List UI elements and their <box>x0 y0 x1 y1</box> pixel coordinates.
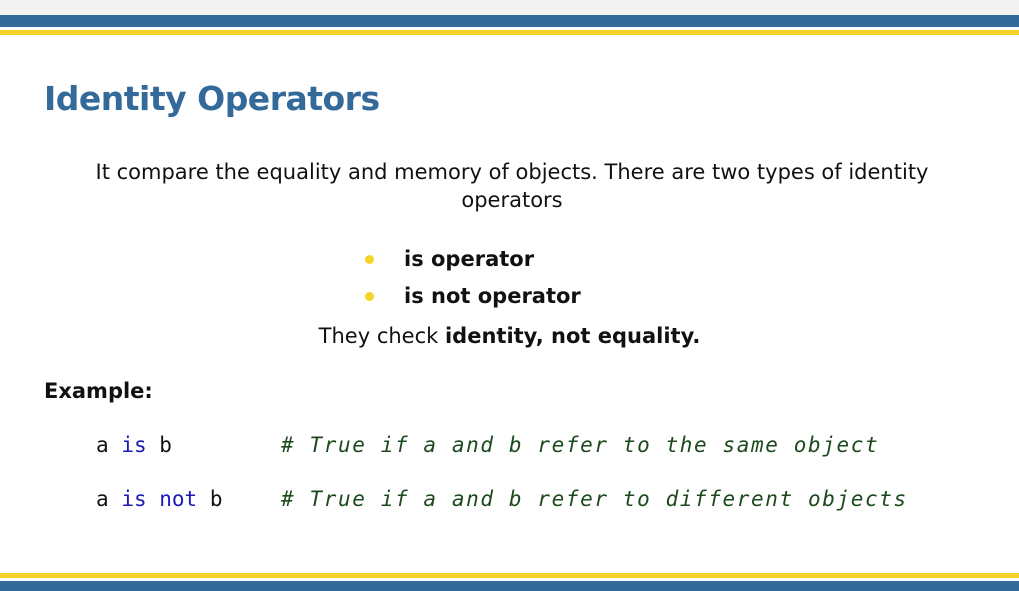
check-emphasis: identity, not equality. <box>444 324 701 348</box>
list-item: is operator <box>362 244 581 281</box>
code-var-b: b <box>209 487 223 511</box>
code-var-a: a <box>96 487 109 511</box>
bottom-blue-bar <box>0 581 1019 591</box>
top-yellow-bar <box>0 30 1019 35</box>
slide-title: Identity Operators <box>44 79 380 118</box>
bullet-dot-icon <box>365 292 374 301</box>
intro-text: It compare the equality and memory of ob… <box>95 160 929 212</box>
list-item: is not operator <box>362 281 581 318</box>
code-var-a: a <box>96 433 109 457</box>
code-line: a is not b <box>96 484 222 514</box>
top-blue-bar <box>0 15 1019 27</box>
example-heading: Example: <box>44 379 153 403</box>
code-var-b: b <box>159 433 172 457</box>
bullet-label: is operator <box>404 247 535 271</box>
slide: Identity Operators It compare the equali… <box>0 15 1019 591</box>
code-line: a is b <box>96 430 172 460</box>
operator-list: is operator is not operator <box>362 244 581 318</box>
code-comment: # True if a and b refer to different obj… <box>281 487 908 511</box>
bullet-dot-icon <box>365 255 374 264</box>
check-prefix: They check <box>318 324 445 348</box>
code-keyword: is <box>121 433 147 457</box>
code-comment: # True if a and b refer to the same obje… <box>281 433 880 457</box>
check-statement: They check identity, not equality. <box>0 321 1019 351</box>
code-keyword: is not <box>121 487 198 511</box>
bottom-yellow-bar <box>0 573 1019 578</box>
bullet-label: is not operator <box>404 284 581 308</box>
